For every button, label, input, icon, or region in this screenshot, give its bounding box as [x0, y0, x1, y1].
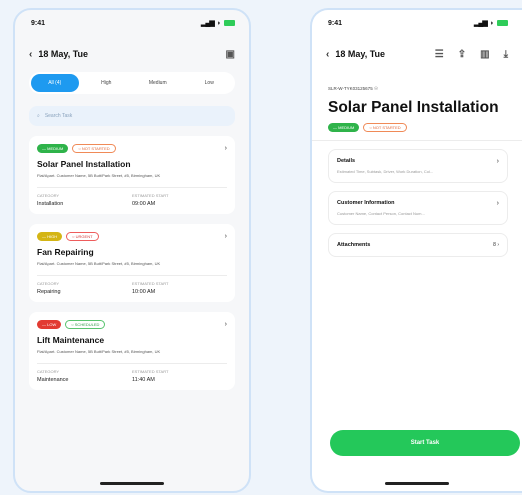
status-time: 9:41: [328, 19, 343, 27]
back-icon[interactable]: ‹: [326, 49, 329, 60]
task-card[interactable]: — LOW ○ SCHEDULED › Lift Maintenance Fla…: [29, 312, 235, 390]
wifi-icon: ◗: [489, 19, 494, 27]
customer-info-label: Customer Information: [337, 200, 395, 206]
task-detail-screen: 9:41 ▂▄▆ ◗ ‹ 18 May, Tue ☰ ⇪ ▥ ⤓ SLR-W-T…: [310, 8, 522, 493]
task-address: Flat/Apart. Customer Name, 5B Butt/Park …: [37, 261, 161, 266]
filter-medium[interactable]: Medium: [134, 74, 182, 92]
category-label: CATEGORY: [37, 369, 60, 374]
task-title: Solar Panel Installation: [37, 159, 131, 169]
list-header: ‹ 18 May, Tue ▣: [15, 36, 249, 72]
start-label: ESTIMATED START: [132, 369, 169, 374]
attachments-label: Attachments: [337, 242, 371, 248]
category-value: Repairing: [37, 289, 61, 295]
task-address: Flat/Apart. Customer Name, 5B Butt/Park …: [37, 349, 161, 354]
status-badge: ○ SCHEDULED: [65, 319, 106, 329]
task-address: Flat/Apart. Customer Name, 5B Butt/Park …: [37, 173, 161, 178]
priority-badge: — HIGH: [37, 231, 63, 241]
details-label: Details: [337, 158, 356, 164]
status-badge: ○ NOT STARTED: [72, 143, 116, 153]
chevron-right-icon: ›: [224, 320, 227, 328]
status-bar: 9:41 ▂▄▆ ◗: [15, 10, 249, 36]
home-indicator: [100, 482, 164, 485]
priority-badge: — MEDIUM: [328, 123, 360, 132]
wifi-icon: ◗: [216, 19, 221, 27]
filter-low[interactable]: Low: [186, 74, 234, 92]
category-value: Installation: [37, 201, 64, 207]
header-date[interactable]: 18 May, Tue: [38, 49, 88, 59]
priority-badge: — MEDIUM: [37, 143, 69, 153]
customer-info-row[interactable]: Customer Information › Customer Name, Co…: [328, 191, 508, 225]
priority-badge: — LOW: [37, 319, 62, 329]
header-date[interactable]: 18 May, Tue: [335, 49, 385, 59]
detail-header: ‹ 18 May, Tue ☰ ⇪ ▥ ⤓: [312, 36, 522, 72]
details-summary: Estimated Time, Subtask, Driver, Work Du…: [337, 169, 434, 174]
filter-high[interactable]: High: [83, 74, 131, 92]
status-badge: ○ URGENT: [66, 231, 99, 241]
checklist-icon[interactable]: ☰: [435, 49, 444, 60]
start-value: 11:40 AM: [132, 377, 155, 383]
status-bar: 9:41 ▂▄▆ ◗: [312, 10, 522, 36]
category-label: CATEGORY: [37, 193, 60, 198]
attachments-count: 8 ›: [493, 242, 499, 248]
chevron-right-icon: ›: [224, 144, 227, 152]
signal-icon: ▂▄▆: [201, 20, 215, 27]
share-icon[interactable]: ⇪: [458, 49, 466, 60]
delete-icon[interactable]: ▥: [480, 49, 489, 60]
chevron-right-icon: ›: [496, 158, 499, 165]
task-title: Fan Repairing: [37, 247, 94, 257]
status-time: 9:41: [31, 19, 46, 27]
priority-filter: All (4) High Medium Low: [29, 72, 235, 94]
task-card[interactable]: — MEDIUM ○ NOT STARTED › Solar Panel Ins…: [29, 136, 235, 214]
battery-icon: [497, 20, 508, 26]
chevron-right-icon: ›: [224, 232, 227, 240]
category-value: Maintenance: [37, 377, 69, 383]
task-card[interactable]: — HIGH ○ URGENT › Fan Repairing Flat/Apa…: [29, 224, 235, 302]
start-value: 09:00 AM: [132, 201, 156, 207]
start-task-button[interactable]: Start Task: [330, 430, 520, 456]
status-icons: ▂▄▆ ◗: [474, 19, 508, 27]
task-reference: SLR-W-TYK03125675 ☉: [328, 86, 378, 91]
search-icon: ⌕: [37, 113, 40, 119]
status-icons: ▂▄▆ ◗: [201, 19, 235, 27]
details-row[interactable]: Details › Estimated Time, Subtask, Drive…: [328, 149, 508, 183]
task-list-screen: 9:41 ▂▄▆ ◗ ‹ 18 May, Tue ▣ All (4) High …: [13, 8, 251, 493]
search-field[interactable]: ⌕ Search Task: [29, 106, 235, 126]
home-indicator: [385, 482, 449, 485]
start-label: ESTIMATED START: [132, 193, 169, 198]
task-title: Solar Panel Installation: [328, 99, 499, 116]
search-placeholder: Search Task: [44, 113, 73, 119]
customer-info-summary: Customer Name, Contact Person, Contact N…: [337, 211, 425, 216]
start-value: 10:00 AM: [132, 289, 156, 295]
filter-all[interactable]: All (4): [31, 74, 79, 92]
category-label: CATEGORY: [37, 281, 60, 286]
task-title: Lift Maintenance: [37, 335, 105, 345]
battery-icon: [224, 20, 235, 26]
start-label: ESTIMATED START: [132, 281, 169, 286]
download-icon[interactable]: ⤓: [504, 49, 508, 60]
back-icon[interactable]: ‹: [29, 49, 32, 60]
signal-icon: ▂▄▆: [474, 20, 488, 27]
calendar-icon[interactable]: ▣: [226, 49, 235, 60]
attachments-row[interactable]: Attachments 8 ›: [328, 233, 508, 257]
status-badge: ○ NOT STARTED: [363, 123, 407, 132]
chevron-right-icon: ›: [496, 200, 499, 207]
